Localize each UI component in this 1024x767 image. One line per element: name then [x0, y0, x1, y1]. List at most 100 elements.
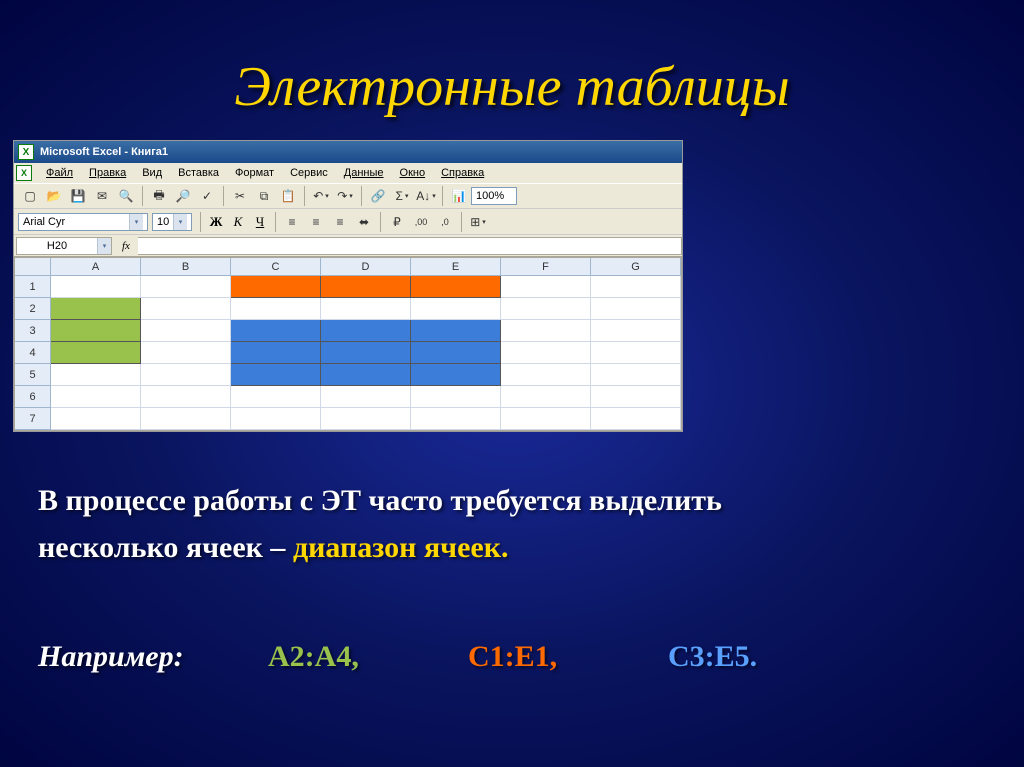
menu-data[interactable]: Данные	[336, 165, 392, 181]
row-header[interactable]: 4	[15, 342, 51, 364]
cell-D7[interactable]	[321, 408, 411, 430]
name-box[interactable]: H20 ▾	[16, 237, 112, 255]
cell-G4[interactable]	[591, 342, 681, 364]
cell-C2[interactable]	[231, 298, 321, 320]
decrease-decimal-icon[interactable]: ,0	[434, 211, 456, 233]
mail-icon[interactable]: ✉	[91, 185, 113, 207]
autosum-icon[interactable]: Σ	[391, 185, 413, 207]
print-icon[interactable]: 🖶	[148, 185, 170, 207]
cell-G1[interactable]	[591, 276, 681, 298]
menu-view[interactable]: Вид	[134, 165, 170, 181]
cell-F2[interactable]	[501, 298, 591, 320]
col-header[interactable]: A	[51, 258, 141, 276]
cell-B5[interactable]	[141, 364, 231, 386]
sort-asc-icon[interactable]: A↓	[415, 185, 437, 207]
search-icon[interactable]: 🔍	[115, 185, 137, 207]
cell-E3[interactable]	[411, 320, 501, 342]
cell-C4[interactable]	[231, 342, 321, 364]
align-center-icon[interactable]: ≡	[305, 211, 327, 233]
cell-B1[interactable]	[141, 276, 231, 298]
cell-C6[interactable]	[231, 386, 321, 408]
print-preview-icon[interactable]: 🔎	[172, 185, 194, 207]
menu-window[interactable]: Окно	[392, 165, 434, 181]
hyperlink-icon[interactable]: 🔗	[367, 185, 389, 207]
cell-A7[interactable]	[51, 408, 141, 430]
cell-G2[interactable]	[591, 298, 681, 320]
row-header[interactable]: 6	[15, 386, 51, 408]
cell-G5[interactable]	[591, 364, 681, 386]
cell-F1[interactable]	[501, 276, 591, 298]
row-header[interactable]: 1	[15, 276, 51, 298]
bold-button[interactable]: Ж	[205, 211, 227, 233]
zoom-combo[interactable]: 100%	[471, 187, 517, 205]
cell-A1[interactable]	[51, 276, 141, 298]
menu-insert[interactable]: Вставка	[170, 165, 227, 181]
underline-button[interactable]: Ч	[249, 211, 271, 233]
cell-B7[interactable]	[141, 408, 231, 430]
cell-F7[interactable]	[501, 408, 591, 430]
cell-C5[interactable]	[231, 364, 321, 386]
copy-icon[interactable]: ⧉	[253, 185, 275, 207]
merge-center-icon[interactable]: ⬌	[353, 211, 375, 233]
open-icon[interactable]: 📂	[43, 185, 65, 207]
cell-D5[interactable]	[321, 364, 411, 386]
cell-G7[interactable]	[591, 408, 681, 430]
spellcheck-icon[interactable]: ✓	[196, 185, 218, 207]
borders-icon[interactable]: ⊞	[467, 211, 489, 233]
menu-format[interactable]: Формат	[227, 165, 282, 181]
menu-file[interactable]: Файл	[38, 165, 81, 181]
italic-button[interactable]: К	[227, 211, 249, 233]
align-right-icon[interactable]: ≡	[329, 211, 351, 233]
cell-F5[interactable]	[501, 364, 591, 386]
cell-D2[interactable]	[321, 298, 411, 320]
increase-decimal-icon[interactable]: ,00	[410, 211, 432, 233]
cell-G3[interactable]	[591, 320, 681, 342]
cell-D3[interactable]	[321, 320, 411, 342]
cell-F6[interactable]	[501, 386, 591, 408]
cell-D1[interactable]	[321, 276, 411, 298]
cell-A6[interactable]	[51, 386, 141, 408]
cell-E2[interactable]	[411, 298, 501, 320]
menu-edit[interactable]: Правка	[81, 165, 134, 181]
cell-E4[interactable]	[411, 342, 501, 364]
cell-E6[interactable]	[411, 386, 501, 408]
menu-tools[interactable]: Сервис	[282, 165, 336, 181]
new-doc-icon[interactable]: ▢	[19, 185, 41, 207]
chart-wizard-icon[interactable]: 📊	[448, 185, 470, 207]
align-left-icon[interactable]: ≡	[281, 211, 303, 233]
cell-A4[interactable]	[51, 342, 141, 364]
row-header[interactable]: 7	[15, 408, 51, 430]
cell-D4[interactable]	[321, 342, 411, 364]
cell-A2[interactable]	[51, 298, 141, 320]
cell-E5[interactable]	[411, 364, 501, 386]
row-header[interactable]: 5	[15, 364, 51, 386]
undo-icon[interactable]: ↶	[310, 185, 332, 207]
cell-B3[interactable]	[141, 320, 231, 342]
col-header[interactable]: F	[501, 258, 591, 276]
cell-F3[interactable]	[501, 320, 591, 342]
select-all-corner[interactable]	[15, 258, 51, 276]
redo-icon[interactable]: ↷	[334, 185, 356, 207]
col-header[interactable]: B	[141, 258, 231, 276]
col-header[interactable]: G	[591, 258, 681, 276]
cell-E7[interactable]	[411, 408, 501, 430]
cell-E1[interactable]	[411, 276, 501, 298]
cell-B2[interactable]	[141, 298, 231, 320]
col-header[interactable]: E	[411, 258, 501, 276]
cell-C3[interactable]	[231, 320, 321, 342]
cut-icon[interactable]: ✂	[229, 185, 251, 207]
fx-label[interactable]: fx	[114, 240, 138, 252]
cell-A5[interactable]	[51, 364, 141, 386]
paste-icon[interactable]: 📋	[277, 185, 299, 207]
cell-A3[interactable]	[51, 320, 141, 342]
menu-help[interactable]: Справка	[433, 165, 492, 181]
cell-D6[interactable]	[321, 386, 411, 408]
row-header[interactable]: 2	[15, 298, 51, 320]
cell-C7[interactable]	[231, 408, 321, 430]
formula-input[interactable]	[138, 237, 682, 255]
save-icon[interactable]: 💾	[67, 185, 89, 207]
cell-B6[interactable]	[141, 386, 231, 408]
font-size-combo[interactable]: 10 ▾	[152, 213, 192, 231]
col-header[interactable]: C	[231, 258, 321, 276]
font-name-combo[interactable]: Arial Cyr ▾	[18, 213, 148, 231]
